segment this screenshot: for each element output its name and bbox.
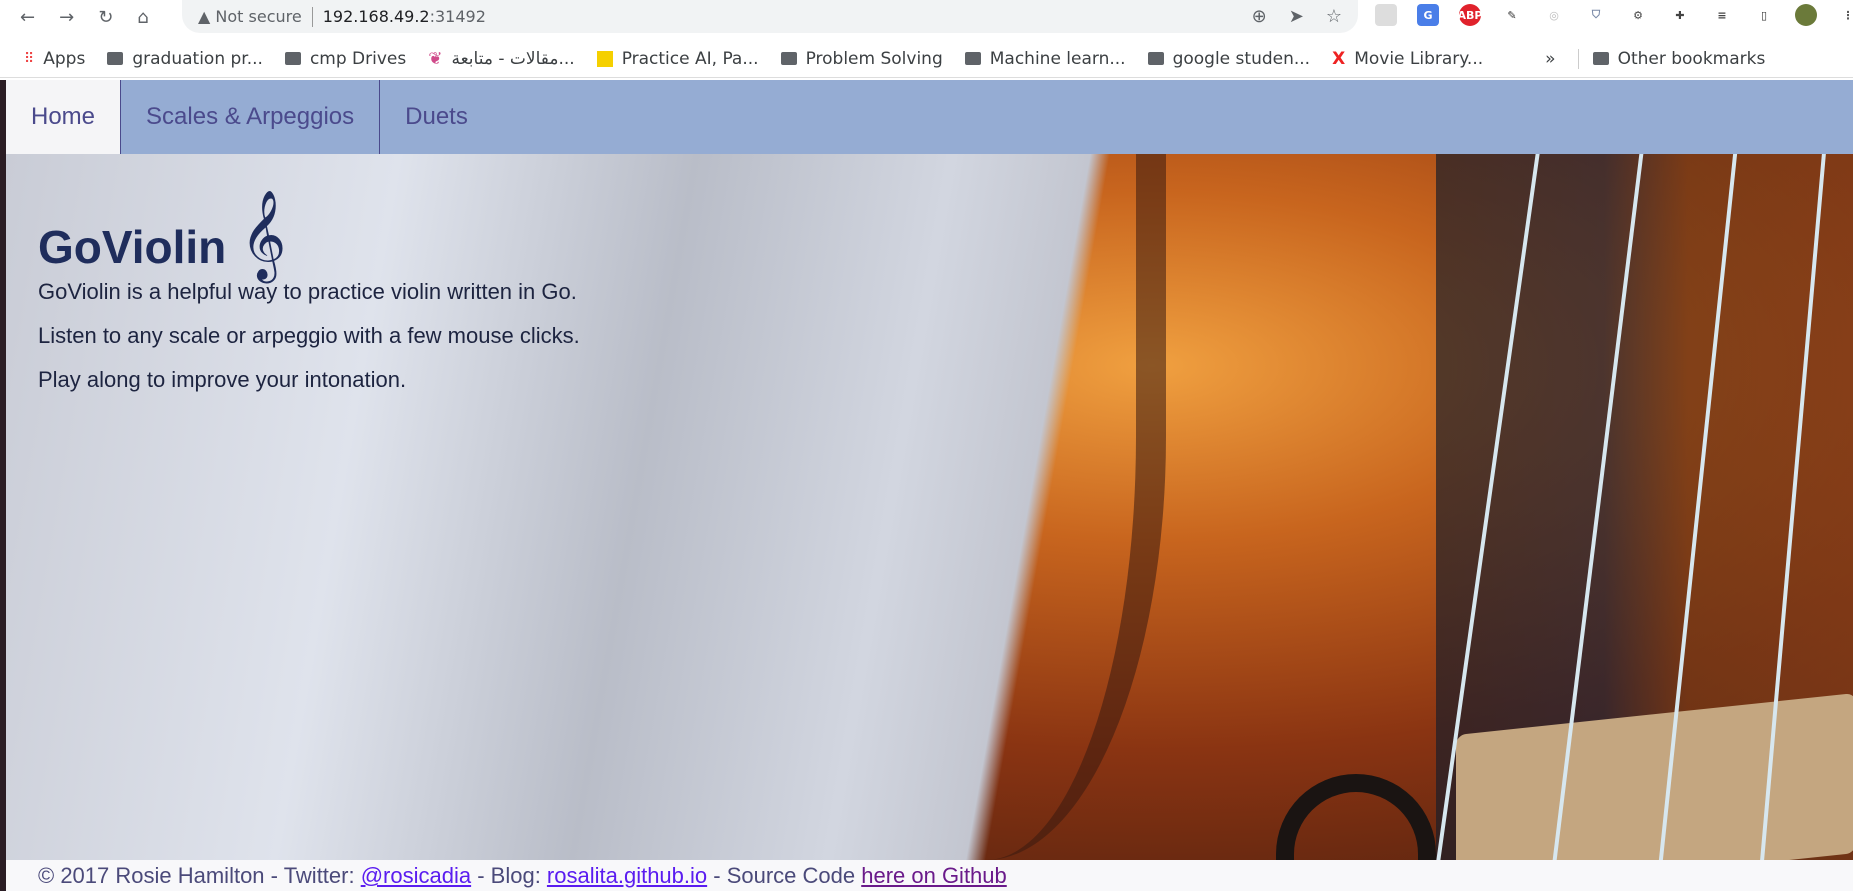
twitter-link[interactable]: @rosicadia <box>361 863 471 888</box>
github-link[interactable]: here on Github <box>861 863 1007 888</box>
violin-image <box>866 154 1166 860</box>
url-host: 192.168.49.2 <box>322 7 430 26</box>
other-bookmarks[interactable]: Other bookmarks <box>1577 48 1766 69</box>
x-icon: X <box>1332 48 1346 69</box>
bookmark-label: graduation pr... <box>132 48 263 69</box>
reload-icon[interactable]: ↻ <box>98 7 113 28</box>
bookmark-item[interactable]: X Movie Library... <box>1332 49 1483 69</box>
bookmark-item[interactable]: Machine learn... <box>964 48 1126 69</box>
bookmark-label: google studen... <box>1172 48 1311 69</box>
bookmark-label: Other bookmarks <box>1617 48 1766 69</box>
url-port: :31492 <box>429 7 486 26</box>
home-icon[interactable]: ⌂ <box>137 7 148 28</box>
page-title: GoViolin 𝄞 <box>38 184 580 274</box>
adblock-icon[interactable]: ABP <box>1458 4 1482 26</box>
bookmark-item[interactable]: ❦ مقالات - متابعة... <box>428 49 574 69</box>
intro: GoViolin 𝄞 GoViolin is a helpful way to … <box>38 184 580 394</box>
folder-icon <box>964 52 981 65</box>
title-text: GoViolin <box>38 221 227 273</box>
footer: © 2017 Rosie Hamilton - Twitter: @rosica… <box>6 860 1853 891</box>
site-icon <box>596 50 613 67</box>
media-icon[interactable]: ≡ <box>1711 4 1733 26</box>
blog-link[interactable]: rosalita.github.io <box>547 863 707 888</box>
bookmark-label: cmp Drives <box>309 48 407 69</box>
bookmark-label: Movie Library... <box>1354 48 1484 69</box>
treble-clef-icon: 𝄞 <box>240 190 287 280</box>
bookmark-item[interactable]: graduation pr... <box>107 49 263 69</box>
sidepanel-icon[interactable]: ▯ <box>1753 4 1775 26</box>
bookmark-label: مقالات - متابعة... <box>451 48 575 69</box>
forward-icon[interactable]: → <box>59 7 74 28</box>
security-label: Not secure <box>215 7 302 26</box>
tab-scales-arpeggios[interactable]: Scales & Arpeggios <box>121 80 381 154</box>
violin-f-hole <box>1276 774 1436 860</box>
folder-icon <box>780 52 797 65</box>
divider <box>311 6 313 27</box>
warning-icon: ▲ <box>198 7 216 26</box>
target-icon[interactable]: ◎ <box>1543 4 1565 26</box>
folder-icon <box>107 52 124 65</box>
bookmark-item[interactable]: Practice AI, Pa... <box>596 48 759 69</box>
extensions-bar: G ABP ✎ ◎ ⛉ ⚙ ✚ ≡ ▯ ⋮ <box>1375 4 1853 26</box>
source-label: - Source Code <box>707 863 862 888</box>
bookmark-apps[interactable]: ⠿ Apps <box>24 49 85 69</box>
translate-icon[interactable]: G <box>1417 4 1439 26</box>
folder-icon <box>1592 52 1609 65</box>
bookmark-label: Problem Solving <box>805 48 943 69</box>
intro-paragraph: Listen to any scale or arpeggio with a f… <box>38 323 580 348</box>
apps-grid-icon: ⠿ <box>24 50 35 67</box>
intro-paragraph: GoViolin is a helpful way to practice vi… <box>38 279 577 304</box>
tab-duets[interactable]: Duets <box>380 80 493 154</box>
hero-banner: GoViolin 𝄞 GoViolin is a helpful way to … <box>6 154 1853 860</box>
overflow-label: » <box>1545 48 1556 69</box>
blog-label: - Blog: <box>471 863 547 888</box>
bookmarks-overflow[interactable]: » <box>1545 49 1555 69</box>
eyedropper-icon[interactable]: ✎ <box>1501 4 1523 26</box>
avatar[interactable] <box>1795 4 1817 26</box>
gear-icon[interactable]: ⚙ <box>1627 4 1649 26</box>
tab-home[interactable]: Home <box>6 80 122 154</box>
puzzle-icon[interactable]: ✚ <box>1669 4 1691 26</box>
address-bar[interactable]: ▲ Not secure 192.168.49.2 :31492 ⊕ ➤ ☆ <box>182 0 1358 33</box>
browser-chrome: ← → ↻ ⌂ ▲ Not secure 192.168.49.2 :31492… <box>0 0 1853 80</box>
bookmarks-bar: ⠿ Apps graduation pr... cmp Drives ❦ مقالا… <box>0 40 1853 78</box>
intro-paragraph: Play along to improve your intonation. <box>38 367 407 392</box>
bookmark-label: Machine learn... <box>989 48 1126 69</box>
star-icon[interactable]: ☆ <box>1326 6 1342 27</box>
bookmark-item[interactable]: Problem Solving <box>780 48 943 69</box>
send-icon[interactable]: ➤ <box>1289 6 1304 27</box>
menu-icon[interactable]: ⋮ <box>1837 4 1853 26</box>
extension-icon[interactable] <box>1375 4 1397 26</box>
shield-icon[interactable]: ⛉ <box>1585 4 1607 26</box>
bookmark-item[interactable]: google studen... <box>1147 48 1311 69</box>
bookmark-label: Practice AI, Pa... <box>621 48 759 69</box>
bookmark-label: Apps <box>43 48 86 69</box>
site-nav: Home Scales & Arpeggios Duets <box>6 80 1853 154</box>
copyright-text: © 2017 Rosie Hamilton - Twitter: <box>38 863 361 888</box>
folder-icon <box>1147 52 1164 65</box>
folder-icon <box>284 52 301 65</box>
site-icon: ❦ <box>428 48 443 69</box>
bookmark-item[interactable]: cmp Drives <box>284 48 407 69</box>
zoom-icon[interactable]: ⊕ <box>1252 6 1267 27</box>
back-icon[interactable]: ← <box>20 7 35 28</box>
